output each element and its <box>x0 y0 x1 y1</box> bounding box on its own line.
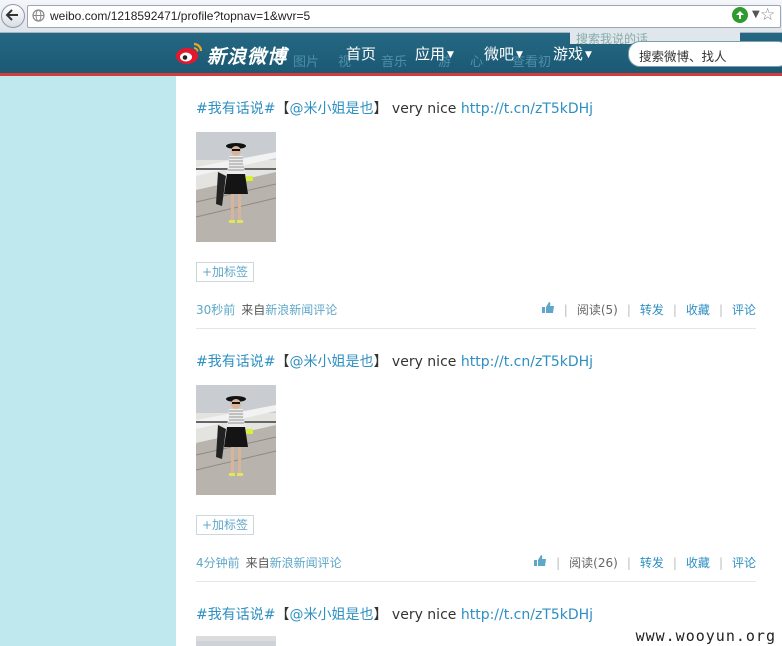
url-text[interactable]: weibo.com/1218592471/profile?topnav=1&wv… <box>50 9 310 23</box>
logo-text: 新浪微博 <box>207 46 288 68</box>
star-icon[interactable]: ☆ <box>760 5 775 25</box>
nav-games[interactable]: 游戏 ▼ <box>553 43 592 64</box>
bracket: 】 <box>373 354 388 370</box>
short-link[interactable]: http://t.cn/zT5kDHj <box>461 354 593 370</box>
caret-down-icon: ▼ <box>585 50 592 60</box>
photo-thumbnail <box>196 132 276 242</box>
like-icon[interactable] <box>533 555 547 570</box>
photo-thumbnail <box>196 641 276 646</box>
post-actions: | 阅读(5) | 转发 | 收藏 | 评论 <box>541 301 756 318</box>
photo-thumbnail <box>196 385 276 495</box>
search-placeholder: 搜索微博、找人 <box>639 49 727 64</box>
watermark: www.wooyun.org <box>635 627 776 645</box>
ghost-nav-item: 图片 <box>293 55 320 70</box>
short-link[interactable]: http://t.cn/zT5kDHj <box>461 101 593 117</box>
go-button[interactable] <box>732 7 748 23</box>
topic-link[interactable]: #我有话说# <box>196 354 275 370</box>
source-link[interactable]: 新浪新闻评论 <box>270 556 342 570</box>
favorite-link[interactable]: 收藏 <box>686 556 710 570</box>
nav-apps[interactable]: 应用 ▼ <box>415 43 454 64</box>
post-body: very nice <box>387 354 461 370</box>
add-tag-button[interactable]: +加标签 <box>196 515 255 535</box>
nav-label: 首页 <box>346 45 377 63</box>
ghost-nav-item: 心 <box>470 55 484 70</box>
mention-link[interactable]: @米小姐是也 <box>289 101 373 117</box>
bracket: 】 <box>373 101 388 117</box>
post-image[interactable] <box>196 636 276 646</box>
from-label: 来自 <box>241 303 266 317</box>
post-image[interactable] <box>196 385 276 495</box>
favorite-link[interactable]: 收藏 <box>686 303 710 317</box>
post-image[interactable] <box>196 132 276 242</box>
browser-toolbar: weibo.com/1218592471/profile?topnav=1&wv… <box>0 0 782 33</box>
back-button[interactable] <box>1 4 25 28</box>
search-input[interactable]: 搜索微博、找人 <box>628 41 782 67</box>
divider <box>196 328 756 329</box>
ghost-nav-item: 音乐 <box>381 55 408 70</box>
bracket: 【 <box>275 607 290 623</box>
forward-link[interactable]: 转发 <box>640 303 664 317</box>
bracket: 【 <box>275 354 290 370</box>
bracket: 】 <box>373 607 388 623</box>
post-meta: 4分钟前 来自新浪新闻评论 <box>196 554 342 571</box>
globe-icon <box>32 9 45 22</box>
caret-down-icon: ▼ <box>516 50 523 60</box>
divider <box>196 581 756 582</box>
topic-link[interactable]: #我有话说# <box>196 607 275 623</box>
comment-link[interactable]: 评论 <box>732 556 756 570</box>
add-tag-button[interactable]: +加标签 <box>196 262 255 282</box>
feed: #我有话说#【@米小姐是也】 very nice http://t.cn/zT5… <box>176 76 782 646</box>
nav-label: 应用 <box>415 45 446 63</box>
post-actions: | 阅读(26) | 转发 | 收藏 | 评论 <box>533 554 756 571</box>
post-text: #我有话说#【@米小姐是也】 very nice http://t.cn/zT5… <box>196 351 593 371</box>
nav-home[interactable]: 首页 <box>346 43 376 64</box>
read-count: 阅读(26) <box>569 556 618 570</box>
address-bar[interactable]: weibo.com/1218592471/profile?topnav=1&wv… <box>27 5 781 28</box>
post-time[interactable]: 30秒前 <box>196 303 235 317</box>
comment-link[interactable]: 评论 <box>732 303 756 317</box>
left-sidebar <box>0 76 176 646</box>
weibo-header: 图片 视 音乐 游 心 查看初 搜索我说的话 新浪微博 首页 应用 ▼ 微吧 ▼ 游… <box>0 30 782 76</box>
short-link[interactable]: http://t.cn/zT5kDHj <box>461 607 593 623</box>
mention-link[interactable]: @米小姐是也 <box>289 354 373 370</box>
caret-down-icon: ▼ <box>447 50 454 60</box>
source-link[interactable]: 新浪新闻评论 <box>265 303 337 317</box>
post-text: #我有话说#【@米小姐是也】 very nice http://t.cn/zT5… <box>196 98 593 118</box>
arrow-up-icon <box>736 11 744 19</box>
post-meta: 30秒前 来自新浪新闻评论 <box>196 301 337 318</box>
post-body: very nice <box>387 101 461 117</box>
nav-label: 游戏 <box>553 45 584 63</box>
like-icon[interactable] <box>541 302 555 317</box>
weibo-eye-icon <box>176 42 203 64</box>
mention-link[interactable]: @米小姐是也 <box>289 607 373 623</box>
topic-link[interactable]: #我有话说# <box>196 101 275 117</box>
arrow-left-icon <box>5 9 18 21</box>
from-label: 来自 <box>245 556 270 570</box>
nav-label: 微吧 <box>484 45 515 63</box>
post-text: #我有话说#【@米小姐是也】 very nice http://t.cn/zT5… <box>196 604 593 624</box>
forward-link[interactable]: 转发 <box>640 556 664 570</box>
post-body: very nice <box>387 607 461 623</box>
nav-weiba[interactable]: 微吧 ▼ <box>484 43 523 64</box>
chevron-down-icon[interactable]: ▼ <box>752 9 760 20</box>
read-count: 阅读(5) <box>576 303 618 317</box>
bracket: 【 <box>275 101 290 117</box>
post-time[interactable]: 4分钟前 <box>196 556 240 570</box>
